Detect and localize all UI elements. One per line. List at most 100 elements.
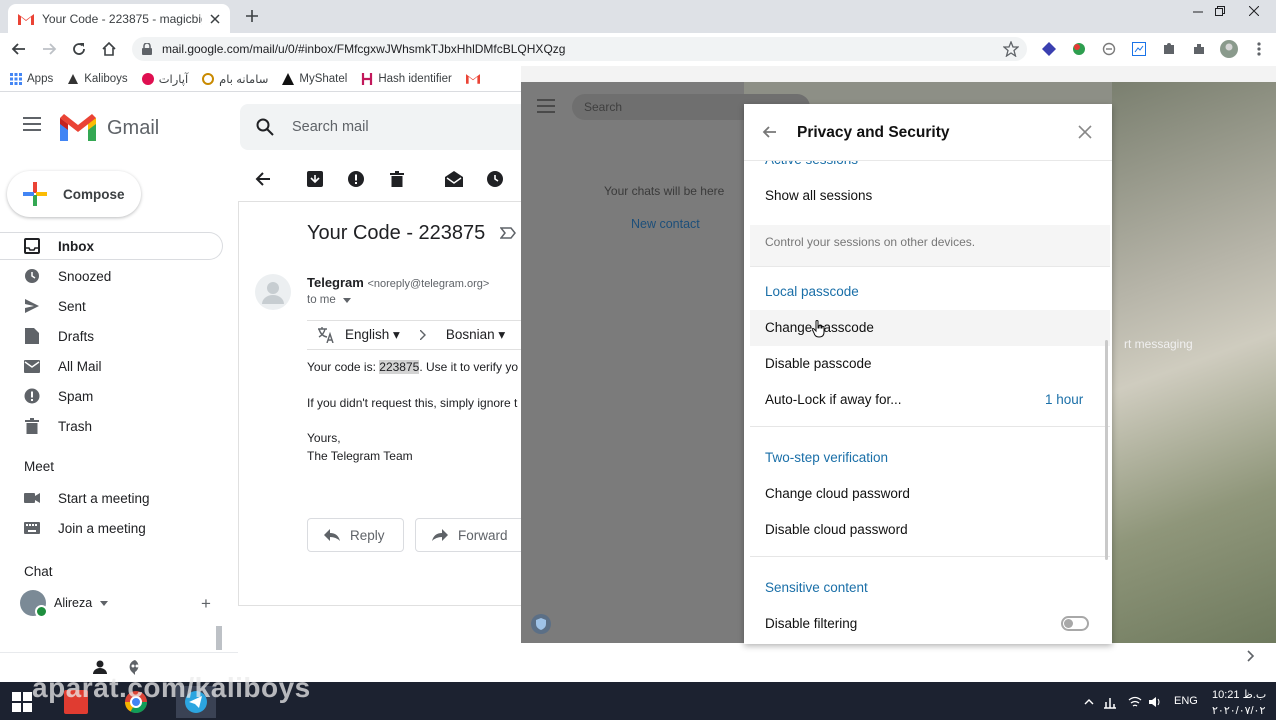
sidebar-item-drafts[interactable]: Drafts: [0, 322, 223, 350]
start-meeting-item[interactable]: Start a meeting: [0, 484, 223, 512]
chevron-down-icon: [342, 298, 351, 303]
search-input[interactable]: Search mail: [292, 119, 369, 135]
archive-icon[interactable]: [306, 170, 324, 188]
telegram-menu-icon[interactable]: [537, 99, 555, 113]
extension-circle-icon[interactable]: [1100, 40, 1118, 58]
bookmark-myshatel[interactable]: MyShatel: [282, 72, 347, 85]
sidebar-item-all-mail[interactable]: All Mail: [0, 352, 223, 380]
video-icon: [24, 490, 40, 506]
wifi-icon[interactable]: [1128, 695, 1142, 709]
chevron-up-icon[interactable]: [1082, 695, 1096, 709]
bookmark-aparat[interactable]: آپارات: [141, 72, 188, 86]
sidebar-item-spam[interactable]: Spam: [0, 382, 223, 410]
important-marker-icon[interactable]: [500, 227, 516, 239]
sidebar-scrollbar[interactable]: [216, 626, 222, 650]
plus-icon: [23, 182, 47, 206]
bookmark-star-icon[interactable]: [1003, 41, 1019, 57]
verification-code[interactable]: 223875: [379, 360, 420, 374]
translate-to-select[interactable]: Bosnian ▾: [446, 327, 505, 343]
autolock-value[interactable]: 1 hour: [1045, 392, 1083, 407]
privacy-security-panel: [744, 104, 1112, 644]
hand-cursor-icon: [812, 320, 826, 338]
extensions-puzzle-icon[interactable]: [1190, 40, 1208, 58]
chevron-right-icon[interactable]: [1246, 650, 1256, 662]
url-text: mail.google.com/mail/u/0/#inbox/FMfcgxwJ…: [162, 42, 566, 56]
disable-filtering-item[interactable]: Disable filtering: [765, 616, 857, 631]
reply-icon: [324, 529, 340, 541]
network-icon[interactable]: [1103, 695, 1117, 709]
extension-screenshot-icon[interactable]: [1130, 40, 1148, 58]
extension-globe-icon[interactable]: [1070, 40, 1088, 58]
clock-date[interactable]: ۲۰۲۰/۰۷/۰۲: [1212, 704, 1265, 717]
bookmark-bam[interactable]: سامانه بام: [202, 72, 268, 86]
disable-filtering-toggle[interactable]: [1061, 616, 1089, 631]
watermark-text: aparat.com/kaliboys: [32, 672, 311, 703]
snooze-icon[interactable]: [486, 170, 504, 188]
clock-time[interactable]: 10:21 ب.ظ: [1212, 688, 1266, 701]
extension-puzzle-dark-icon[interactable]: [1160, 40, 1178, 58]
main-menu-icon[interactable]: [22, 116, 44, 138]
forward-arrow-icon[interactable]: [38, 38, 60, 60]
reply-button[interactable]: Reply: [307, 518, 404, 552]
new-tab-icon[interactable]: [242, 6, 262, 26]
section-divider: [750, 426, 1110, 427]
forward-button[interactable]: Forward: [415, 518, 525, 552]
panel-title: Privacy and Security: [797, 124, 950, 141]
translate-icon: [317, 327, 335, 343]
delete-icon[interactable]: [388, 170, 406, 188]
add-chat-icon[interactable]: +: [201, 594, 211, 614]
new-contact-link[interactable]: New contact: [631, 217, 700, 231]
translate-from-select[interactable]: English ▾: [345, 327, 400, 343]
sidebar-item-sent[interactable]: Sent: [0, 292, 223, 320]
panel-scrollbar[interactable]: [1105, 340, 1108, 560]
gmail-logo-icon[interactable]: [60, 114, 96, 141]
trash-icon: [24, 418, 40, 434]
join-meeting-item[interactable]: Join a meeting: [0, 514, 223, 542]
recipient-details[interactable]: to me: [307, 294, 351, 306]
chat-user-item[interactable]: Alireza: [20, 590, 109, 618]
sidebar-item-trash[interactable]: Trash: [0, 412, 223, 440]
mail-search-box[interactable]: [240, 104, 540, 150]
close-window-icon[interactable]: [1240, 0, 1268, 22]
back-arrow-icon[interactable]: [761, 124, 777, 140]
telegram-search-input[interactable]: Search: [584, 100, 622, 114]
disable-passcode-item[interactable]: Disable passcode: [765, 356, 872, 371]
back-arrow-icon[interactable]: [8, 38, 30, 60]
report-spam-icon[interactable]: [347, 170, 365, 188]
back-to-inbox-icon[interactable]: [254, 170, 272, 188]
autolock-item[interactable]: Auto-Lock if away for...: [765, 392, 902, 407]
close-icon[interactable]: [1078, 125, 1092, 139]
shield-icon[interactable]: [531, 614, 551, 634]
compose-button[interactable]: Compose: [7, 171, 141, 217]
reload-icon[interactable]: [68, 38, 90, 60]
menu-dots-icon[interactable]: [1250, 40, 1268, 58]
bookmark-gmail[interactable]: [465, 73, 480, 84]
change-cloud-password-item[interactable]: Change cloud password: [765, 486, 910, 501]
bookmark-kaliboys[interactable]: Kaliboys: [67, 73, 128, 85]
kaliboys-icon: [67, 73, 79, 85]
language-indicator[interactable]: ENG: [1174, 695, 1198, 707]
forward-icon: [432, 529, 448, 541]
telegram-titlebar: [521, 66, 1276, 82]
avatar: [20, 590, 48, 618]
volume-icon[interactable]: [1148, 695, 1162, 709]
browser-tab[interactable]: Your Code - 223875 - magicbigg: [8, 4, 230, 33]
myshatel-icon: [282, 72, 295, 85]
aparat-icon: [141, 72, 154, 85]
bookmark-hash-identifier[interactable]: Hash identifier: [361, 72, 452, 85]
profile-avatar[interactable]: [1220, 40, 1238, 58]
close-tab-icon[interactable]: [210, 13, 220, 24]
translate-bar: English ▾ Bosnian ▾: [307, 320, 557, 350]
bookmark-apps[interactable]: Apps: [10, 72, 53, 85]
home-icon[interactable]: [98, 38, 120, 60]
sidebar-item-inbox[interactable]: Inbox: [0, 232, 223, 260]
sidebar-item-snoozed[interactable]: Snoozed: [0, 262, 223, 290]
restore-icon[interactable]: [1206, 0, 1234, 22]
disable-cloud-password-item[interactable]: Disable cloud password: [765, 522, 908, 537]
search-icon[interactable]: [256, 118, 274, 136]
gmail-favicon-icon: [465, 73, 480, 84]
gmail-brand: Gmail: [107, 117, 160, 139]
mark-unread-icon[interactable]: [445, 170, 463, 188]
extension-shield-icon[interactable]: [1040, 40, 1058, 58]
show-all-sessions-item[interactable]: Show all sessions: [765, 188, 872, 203]
